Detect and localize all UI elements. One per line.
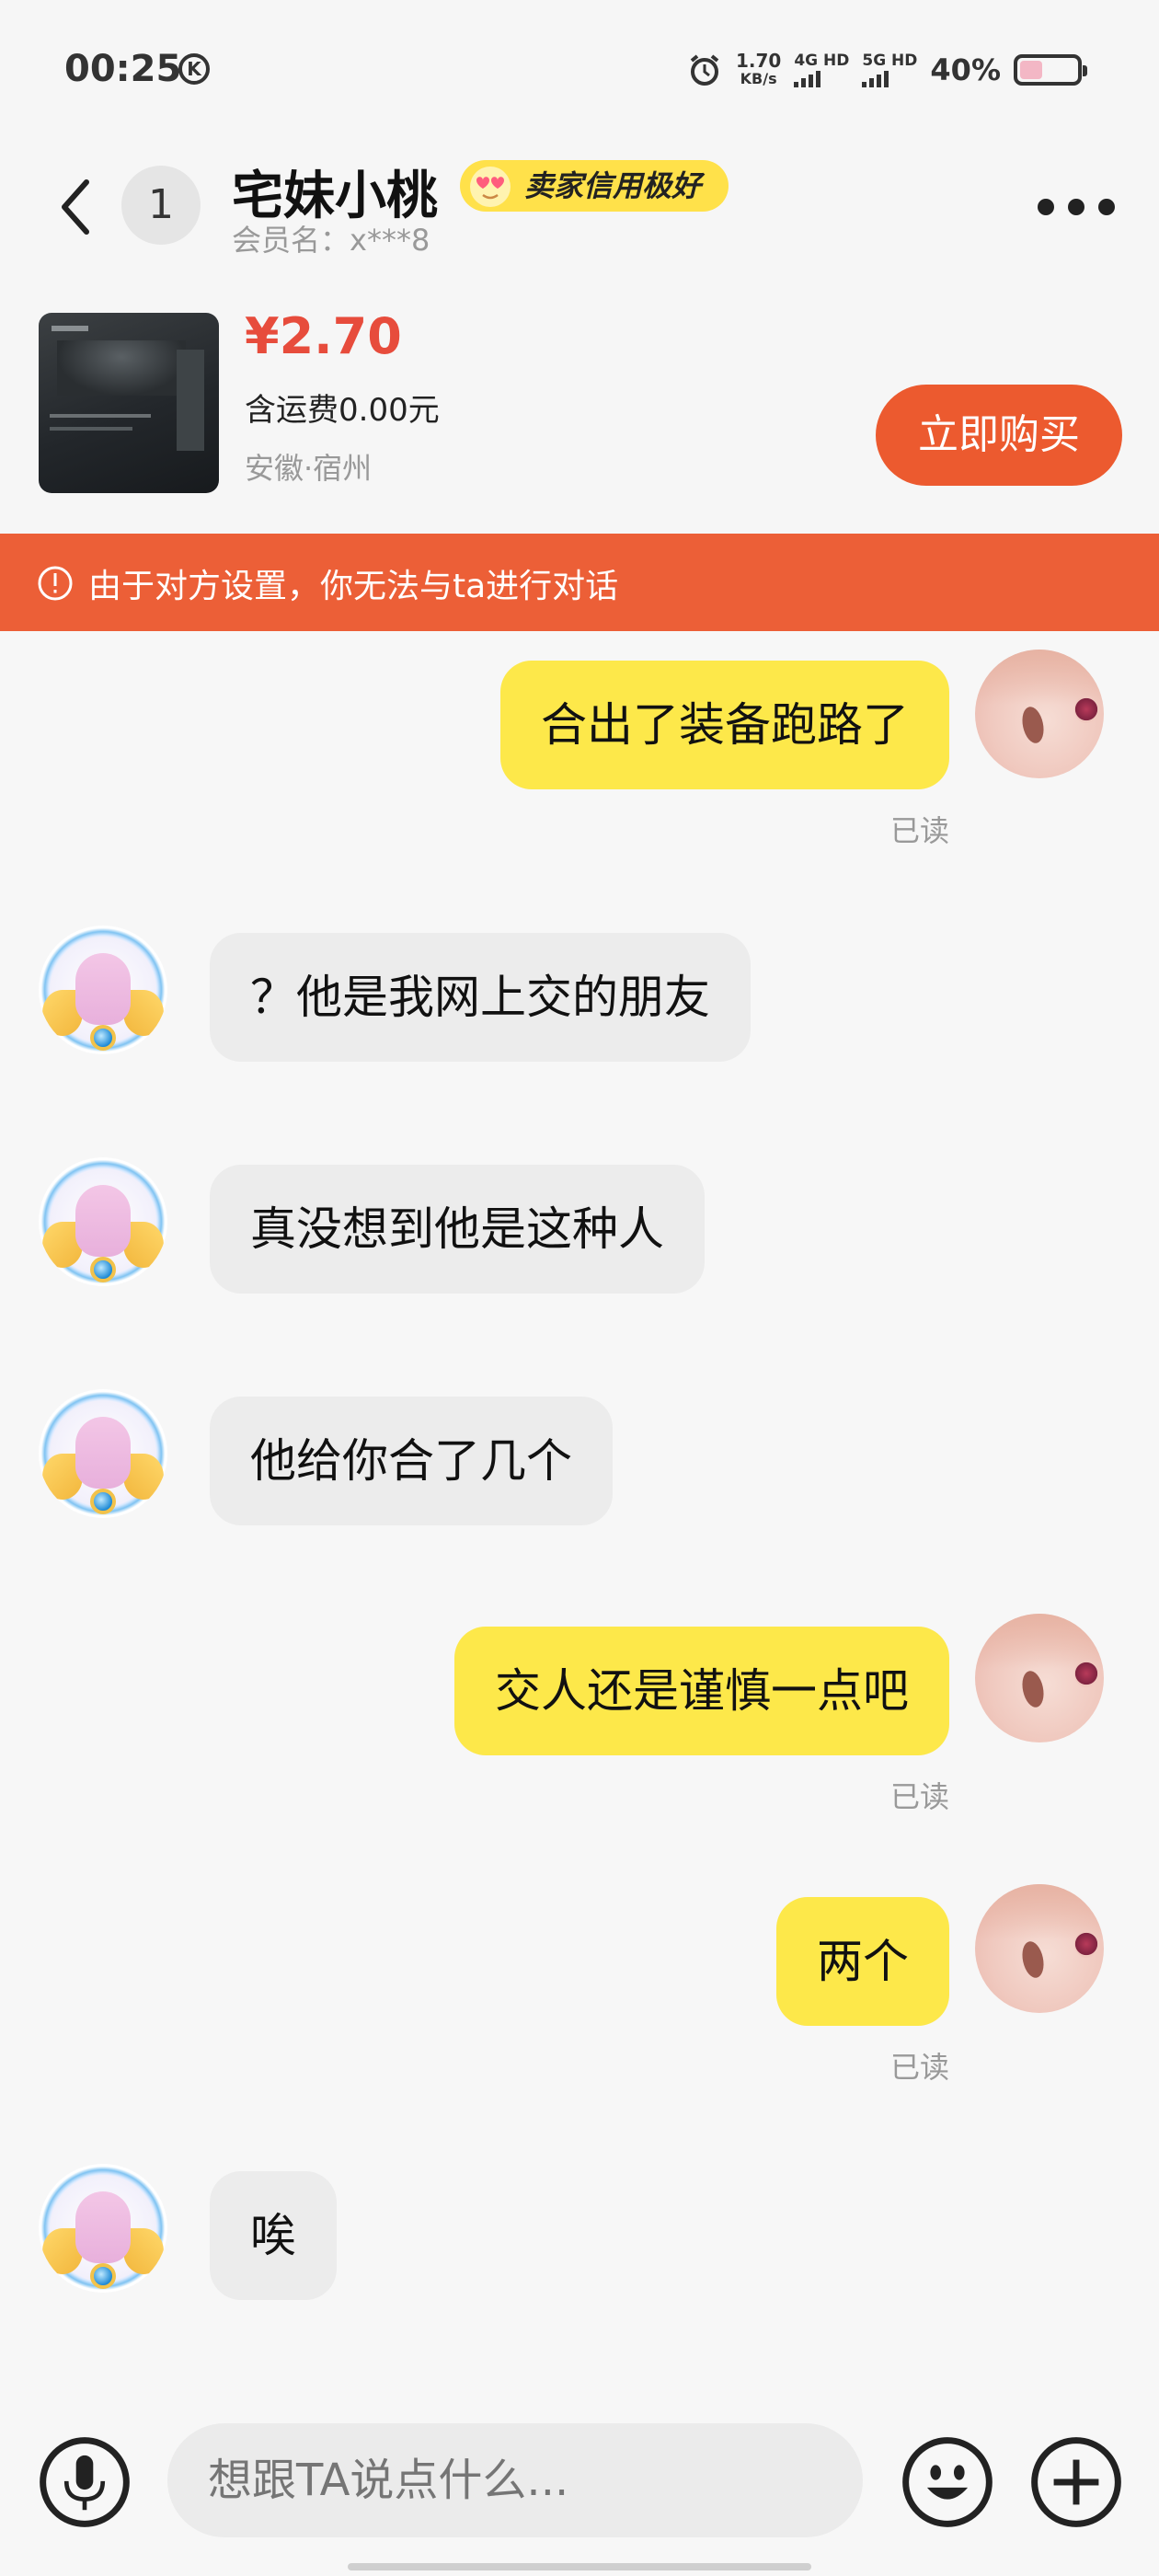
alert-circle-icon bbox=[38, 566, 73, 601]
unread-count-badge[interactable]: 1 bbox=[121, 166, 201, 245]
message-bubble-received[interactable]: 唉 bbox=[210, 2171, 337, 2300]
message-bubble-received[interactable]: 真没想到他是这种人 bbox=[210, 1165, 705, 1294]
my-avatar[interactable] bbox=[975, 1884, 1104, 2013]
member-name: 会员名：x***8 bbox=[232, 223, 430, 258]
chat-restricted-notice: 由于对方设置，你无法与ta进行对话 bbox=[0, 534, 1159, 631]
battery-percent: 40% bbox=[930, 52, 1001, 87]
contact-avatar[interactable] bbox=[39, 1157, 167, 1286]
message-input[interactable] bbox=[167, 2423, 863, 2537]
more-dots-icon[interactable] bbox=[1038, 193, 1115, 221]
seller-location: 安徽·宿州 bbox=[245, 451, 373, 486]
credit-badge-label: 卖家信用极好 bbox=[524, 168, 702, 203]
signal-4g: 4G HD bbox=[794, 52, 849, 87]
contact-avatar[interactable] bbox=[39, 2164, 167, 2293]
battery-fill bbox=[1020, 61, 1042, 79]
contact-avatar[interactable] bbox=[39, 926, 167, 1054]
buy-now-button[interactable]: 立即购买 bbox=[876, 385, 1122, 486]
plus-icon[interactable] bbox=[1030, 2436, 1122, 2528]
speed-value: 1.70 bbox=[735, 50, 782, 72]
signal-bars-icon bbox=[794, 69, 849, 87]
emoji-icon[interactable] bbox=[901, 2436, 993, 2528]
shipping-fee: 含运费0.00元 bbox=[245, 392, 440, 429]
contact-avatar[interactable] bbox=[39, 1389, 167, 1518]
read-status: 已读 bbox=[889, 1779, 949, 1814]
product-price: ¥2.70 bbox=[245, 307, 402, 365]
speed-unit: KB/s bbox=[740, 70, 777, 87]
status-bar: 00:25 K 1.70 KB/s 4G HD 5G HD 40% bbox=[0, 0, 1159, 138]
message-bubble-sent[interactable]: 交人还是谨慎一点吧 bbox=[454, 1627, 949, 1755]
alarm-icon bbox=[690, 54, 719, 86]
read-status: 已读 bbox=[889, 813, 949, 848]
chat-header: 1 宅妹小桃 卖家信用极好 会员名：x***8 bbox=[0, 138, 1159, 276]
message-bubble-received[interactable]: ？他是我网上交的朋友 bbox=[210, 933, 751, 1062]
product-thumbnail[interactable] bbox=[39, 313, 219, 493]
signal-5g: 5G HD bbox=[862, 52, 917, 87]
microphone-icon[interactable] bbox=[39, 2436, 131, 2528]
home-indicator[interactable] bbox=[348, 2563, 811, 2570]
signal-bars-icon bbox=[862, 69, 917, 87]
my-avatar[interactable] bbox=[975, 650, 1104, 778]
message-bubble-received[interactable]: 他给你合了几个 bbox=[210, 1397, 613, 1525]
k-icon: K bbox=[178, 53, 210, 85]
heart-eyes-emoji-icon bbox=[470, 167, 511, 207]
status-indicators: 1.70 KB/s 4G HD 5G HD 40% bbox=[686, 48, 1087, 92]
read-status: 已读 bbox=[889, 2050, 949, 2085]
net1-label: 4G HD bbox=[794, 52, 850, 70]
product-card[interactable]: ¥2.70 含运费0.00元 安徽·宿州 立即购买 bbox=[0, 276, 1159, 534]
status-time: 00:25 bbox=[64, 48, 182, 90]
input-bar bbox=[0, 2392, 1159, 2576]
message-bubble-sent[interactable]: 两个 bbox=[776, 1897, 949, 2026]
network-speed: 1.70 KB/s bbox=[736, 52, 781, 88]
chat-messages[interactable]: 合出了装备跑路了 已读 ？他是我网上交的朋友 真没想到他是这种人 他给你合了几个… bbox=[0, 631, 1159, 2392]
battery-icon bbox=[1014, 54, 1087, 86]
net2-label: 5G HD bbox=[862, 52, 918, 70]
back-chevron-icon[interactable] bbox=[53, 175, 99, 239]
my-avatar[interactable] bbox=[975, 1614, 1104, 1742]
notice-text: 由于对方设置，你无法与ta进行对话 bbox=[88, 568, 619, 605]
message-bubble-sent[interactable]: 合出了装备跑路了 bbox=[500, 661, 949, 789]
seller-credit-badge[interactable]: 卖家信用极好 bbox=[460, 160, 729, 212]
